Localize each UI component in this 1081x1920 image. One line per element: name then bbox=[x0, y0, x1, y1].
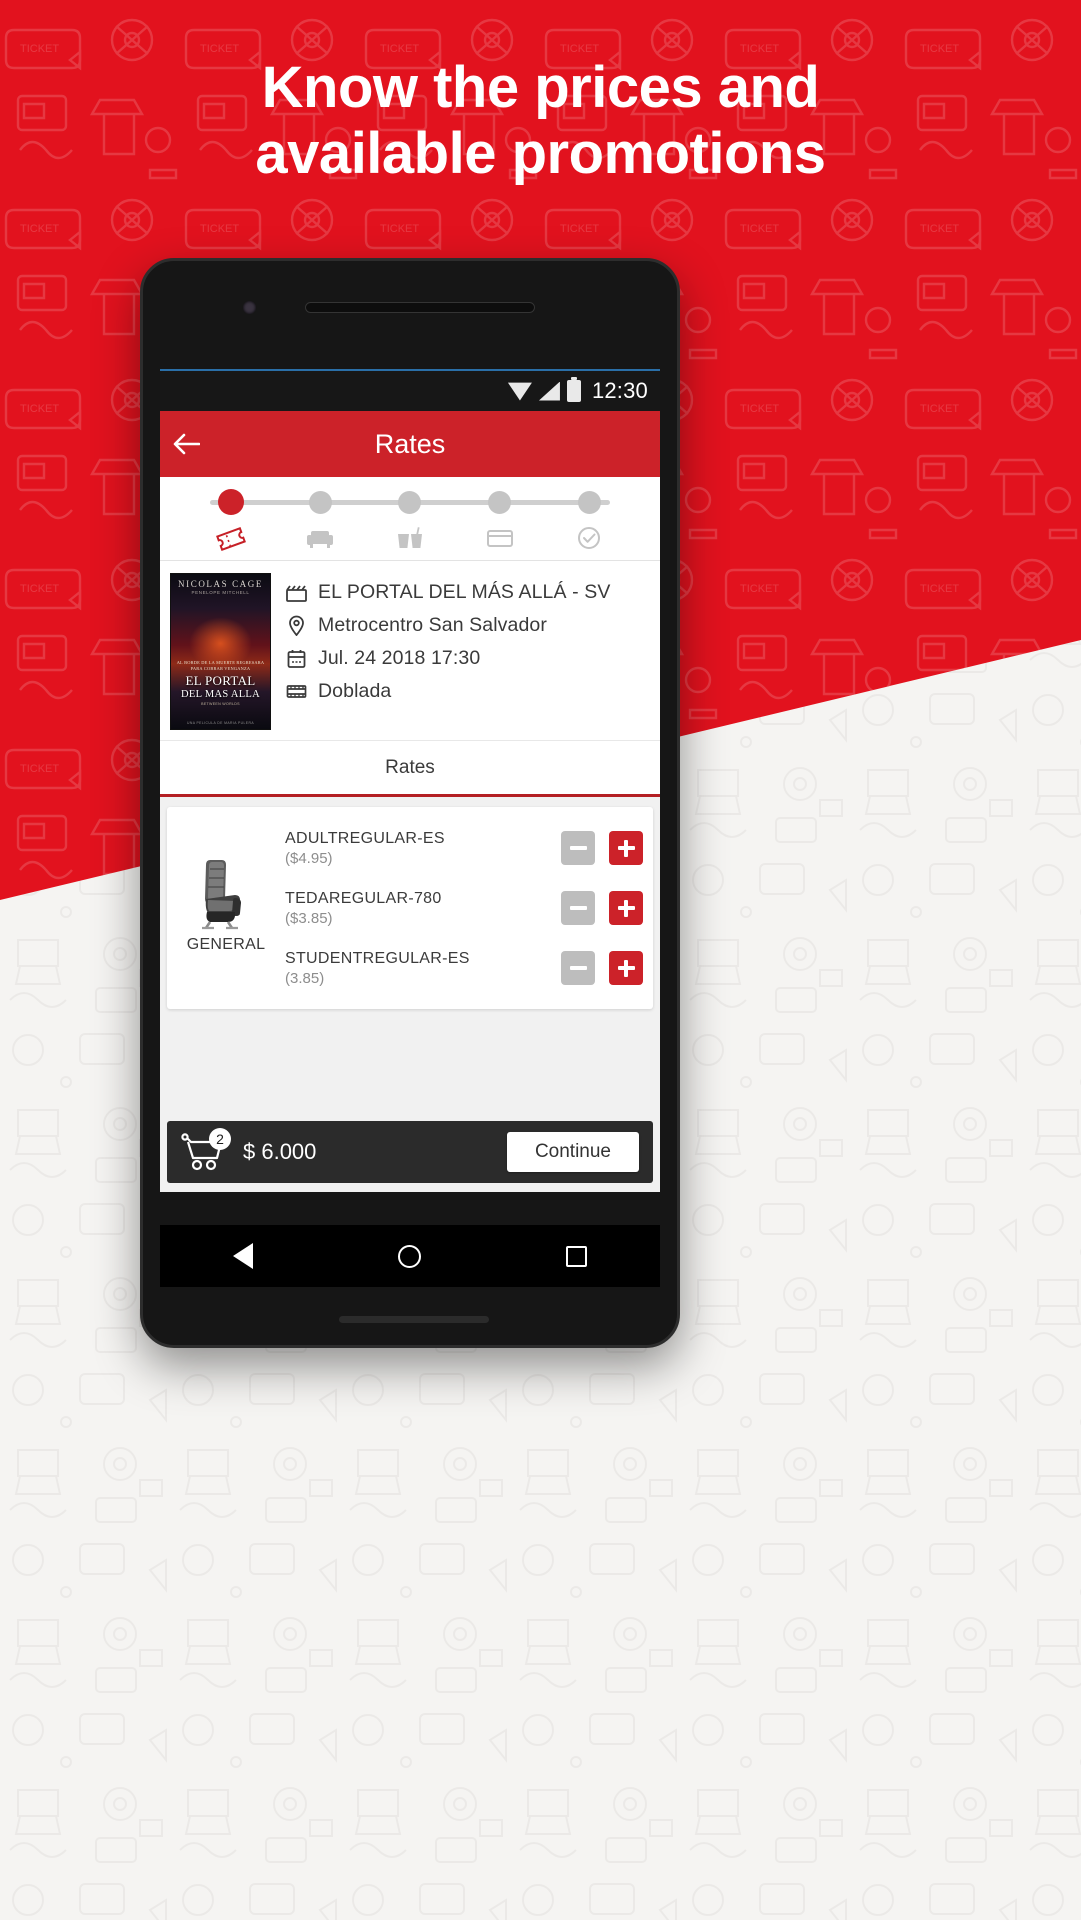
clapperboard-icon bbox=[285, 582, 307, 604]
ticket-icon bbox=[214, 524, 248, 554]
step-confirm[interactable] bbox=[544, 477, 634, 553]
increment-button[interactable] bbox=[609, 891, 643, 925]
poster-tagline: AL BORDE DE LA MUERTE REGRESARA PARA COB… bbox=[171, 660, 270, 672]
rate-price: ($3.85) bbox=[285, 909, 333, 927]
phone-screen: 12:30 Rates NICOLAS CAGE PENELOPE MITCHE… bbox=[160, 369, 660, 1192]
minus-icon bbox=[569, 846, 587, 850]
step-dot bbox=[488, 491, 512, 514]
back-arrow-icon[interactable] bbox=[160, 411, 212, 477]
rate-row: STUDENTREGULAR-ES (3.85) bbox=[285, 938, 653, 998]
poster-title-line-1: EL PORTAL bbox=[185, 673, 256, 688]
credit-card-icon bbox=[483, 523, 517, 553]
app-bar: Rates bbox=[160, 411, 660, 477]
rate-name: STUDENTREGULAR-ES bbox=[285, 949, 470, 967]
nav-back-icon[interactable] bbox=[221, 1234, 265, 1278]
plus-icon bbox=[617, 839, 635, 857]
movie-poster: NICOLAS CAGE PENELOPE MITCHELL AL BORDE … bbox=[170, 573, 271, 730]
poster-costars: PENELOPE MITCHELL bbox=[191, 590, 250, 595]
rate-text: TEDAREGULAR-780 ($3.85) bbox=[285, 889, 561, 928]
plus-icon bbox=[617, 899, 635, 917]
step-dot bbox=[577, 491, 601, 514]
rate-text: ADULTREGULAR-ES ($4.95) bbox=[285, 829, 561, 868]
poster-tagline-line-1: AL BORDE DE LA MUERTE REGRESARA bbox=[176, 660, 265, 665]
poster-footer: UNA PELICULA DE MARIA PULERA bbox=[187, 721, 254, 725]
rate-row: ADULTREGULAR-ES ($4.95) bbox=[285, 818, 653, 878]
back-arrow-glyph bbox=[173, 433, 200, 455]
phone-mockup: 12:30 Rates NICOLAS CAGE PENELOPE MITCHE… bbox=[140, 258, 680, 1348]
seat-category: GENERAL bbox=[167, 817, 285, 999]
poster-tagline-line-2: PARA COBRAR VENGANZA bbox=[190, 666, 251, 671]
signal-icon bbox=[538, 381, 560, 401]
rate-name: ADULTREGULAR-ES bbox=[285, 829, 445, 847]
snacks-icon bbox=[393, 523, 427, 553]
continue-button[interactable]: Continue bbox=[506, 1132, 639, 1172]
poster-title: EL PORTAL DEL MAS ALLA bbox=[171, 674, 270, 702]
cinema-location: Metrocentro San Salvador bbox=[318, 614, 547, 636]
step-payment[interactable] bbox=[455, 477, 545, 553]
movie-summary-card: NICOLAS CAGE PENELOPE MITCHELL AL BORDE … bbox=[160, 561, 660, 741]
status-bar-time: 12:30 bbox=[591, 378, 648, 403]
rate-price: (3.85) bbox=[285, 969, 325, 987]
earpiece-speaker bbox=[305, 302, 535, 313]
shopping-cart-icon[interactable]: 2 bbox=[181, 1128, 231, 1172]
seat-category-label: GENERAL bbox=[186, 936, 266, 953]
rate-price: ($4.95) bbox=[285, 849, 333, 867]
movie-title: EL PORTAL DEL MÁS ALLÁ - SV bbox=[318, 581, 611, 603]
front-camera-icon bbox=[243, 301, 256, 314]
increment-button[interactable] bbox=[609, 951, 643, 985]
status-bar: 12:30 bbox=[160, 371, 660, 411]
step-seats[interactable] bbox=[276, 477, 366, 553]
decrement-button[interactable] bbox=[561, 891, 595, 925]
check-circle-icon bbox=[572, 523, 606, 553]
plus-icon bbox=[617, 959, 635, 977]
phone-chin-bar bbox=[339, 1316, 489, 1323]
increment-button[interactable] bbox=[609, 831, 643, 865]
step-dot bbox=[308, 491, 332, 514]
step-dot bbox=[398, 491, 422, 514]
movie-info-row-datetime: Jul. 24 2018 17:30 bbox=[285, 647, 650, 670]
step-snacks[interactable] bbox=[365, 477, 455, 553]
screenshot-root: TICKET Know the pric bbox=[0, 0, 1081, 1920]
location-pin-icon bbox=[285, 615, 307, 637]
rate-text: STUDENTREGULAR-ES (3.85) bbox=[285, 949, 561, 988]
movie-info-row-location: Metrocentro San Salvador bbox=[285, 614, 650, 637]
movie-language: Doblada bbox=[318, 680, 392, 702]
app-bar-title: Rates bbox=[374, 428, 446, 459]
poster-title-line-2: DEL MAS ALLA bbox=[180, 689, 261, 700]
seat-icon bbox=[303, 523, 337, 553]
minus-icon bbox=[569, 966, 587, 970]
calendar-icon bbox=[285, 648, 307, 670]
rates-list: GENERAL ADULTREGULAR-ES ($4.95) TEDAREGU… bbox=[167, 807, 653, 1009]
tab-rates-label: Rates bbox=[385, 756, 435, 778]
film-strip-icon bbox=[285, 681, 307, 703]
movie-info-row-title: EL PORTAL DEL MÁS ALLÁ - SV bbox=[285, 581, 650, 604]
wifi-icon bbox=[507, 382, 532, 401]
rate-rows: ADULTREGULAR-ES ($4.95) TEDAREGULAR-780 … bbox=[285, 817, 653, 999]
rate-name: TEDAREGULAR-780 bbox=[285, 889, 442, 907]
page-title: Know the prices and available promotions bbox=[0, 55, 1081, 187]
headline-line-2: available promotions bbox=[255, 121, 826, 186]
movie-info: EL PORTAL DEL MÁS ALLÁ - SV Metrocentro … bbox=[271, 573, 650, 730]
tab-rates[interactable]: Rates bbox=[160, 741, 660, 797]
nav-recents-icon[interactable] bbox=[555, 1234, 599, 1278]
cart-bar: 2 $ 6.000 Continue bbox=[167, 1121, 653, 1183]
cinema-seat-icon bbox=[202, 860, 241, 930]
showtime: Jul. 24 2018 17:30 bbox=[318, 647, 481, 669]
cart-badge: 2 bbox=[209, 1128, 231, 1150]
movie-info-row-language: Doblada bbox=[285, 680, 650, 703]
rate-row: TEDAREGULAR-780 ($3.85) bbox=[285, 878, 653, 938]
step-tickets[interactable] bbox=[186, 477, 276, 554]
poster-actor: NICOLAS CAGE bbox=[178, 579, 263, 589]
cart-total: $ 6.000 bbox=[243, 1139, 317, 1164]
minus-icon bbox=[569, 906, 587, 910]
decrement-button[interactable] bbox=[561, 831, 595, 865]
nav-home-icon[interactable] bbox=[388, 1234, 432, 1278]
decrement-button[interactable] bbox=[561, 951, 595, 985]
poster-credit: BETWEEN WORLDS bbox=[201, 702, 240, 706]
android-nav-bar bbox=[160, 1225, 660, 1287]
checkout-stepper bbox=[160, 477, 660, 561]
battery-icon bbox=[566, 377, 581, 402]
headline-line-1: Know the prices and bbox=[261, 55, 820, 120]
step-dot bbox=[217, 489, 244, 515]
